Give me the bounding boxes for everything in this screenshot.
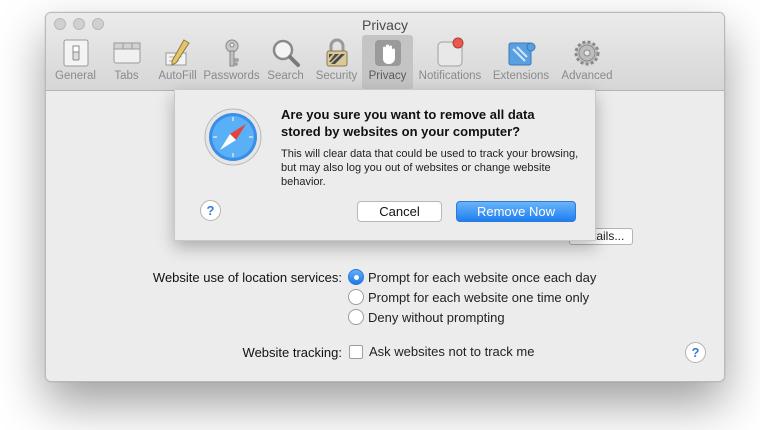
toolbar-item-general[interactable]: General (50, 35, 101, 89)
notifications-icon (437, 37, 464, 67)
toolbar-item-security[interactable]: Security (311, 35, 362, 89)
remove-now-button[interactable]: Remove Now (456, 201, 576, 222)
pane-help-button[interactable]: ? (685, 342, 706, 363)
toolbar-label: Advanced (561, 70, 613, 82)
sheet-title: Are you sure you want to remove all data… (281, 107, 535, 139)
general-switch-icon (63, 39, 88, 67)
gear-icon (574, 40, 600, 66)
location-services-label: Website use of location services: (152, 270, 342, 285)
cancel-button[interactable]: Cancel (357, 201, 442, 222)
option-label: Deny without prompting (368, 309, 505, 325)
padlock-icon (326, 38, 347, 67)
radio-button[interactable] (348, 309, 364, 325)
preferences-toolbar: General Tabs AutoFill Passwords Search S… (50, 35, 619, 89)
titlebar: Privacy General Tabs AutoFill Passwords … (46, 13, 724, 91)
key-icon (225, 39, 238, 67)
toolbar-item-autofill[interactable]: AutoFill (152, 35, 203, 89)
hand-icon (374, 40, 401, 66)
option-label: Prompt for each website one time only (368, 289, 590, 305)
option-label: Prompt for each website once each day (368, 269, 597, 285)
radio-button[interactable] (348, 289, 364, 305)
toolbar-item-extensions[interactable]: Extensions (487, 35, 555, 89)
sheet-help-button[interactable]: ? (200, 200, 221, 221)
window-title: Privacy (362, 17, 408, 33)
location-option-one-time-only[interactable]: Prompt for each website one time only (348, 289, 589, 305)
toolbar-item-advanced[interactable]: Advanced (555, 35, 619, 89)
website-tracking-label: Website tracking: (242, 345, 342, 360)
toolbar-item-tabs[interactable]: Tabs (101, 35, 152, 89)
radio-button[interactable] (348, 269, 364, 285)
safari-compass-icon (204, 108, 262, 166)
tabs-icon (113, 42, 140, 64)
toolbar-item-notifications[interactable]: Notifications (413, 35, 487, 89)
autofill-pencil-icon (165, 39, 190, 66)
do-not-track-option[interactable]: Ask websites not to track me (349, 344, 534, 359)
toolbar-item-passwords[interactable]: Passwords (203, 35, 260, 89)
puzzle-icon (508, 42, 536, 66)
location-option-once-each-day[interactable]: Prompt for each website once each day (348, 269, 596, 285)
do-not-track-checkbox[interactable] (349, 344, 363, 359)
remove-data-sheet: Are you sure you want to remove all data… (174, 90, 596, 241)
sheet-message: This will clear data that could be used … (281, 148, 579, 188)
option-label: Ask websites not to track me (369, 344, 535, 359)
toolbar-item-search[interactable]: Search (260, 35, 311, 89)
toolbar-item-privacy[interactable]: Privacy (362, 35, 413, 89)
search-magnifier-icon (272, 39, 300, 67)
location-option-deny[interactable]: Deny without prompting (348, 309, 505, 325)
